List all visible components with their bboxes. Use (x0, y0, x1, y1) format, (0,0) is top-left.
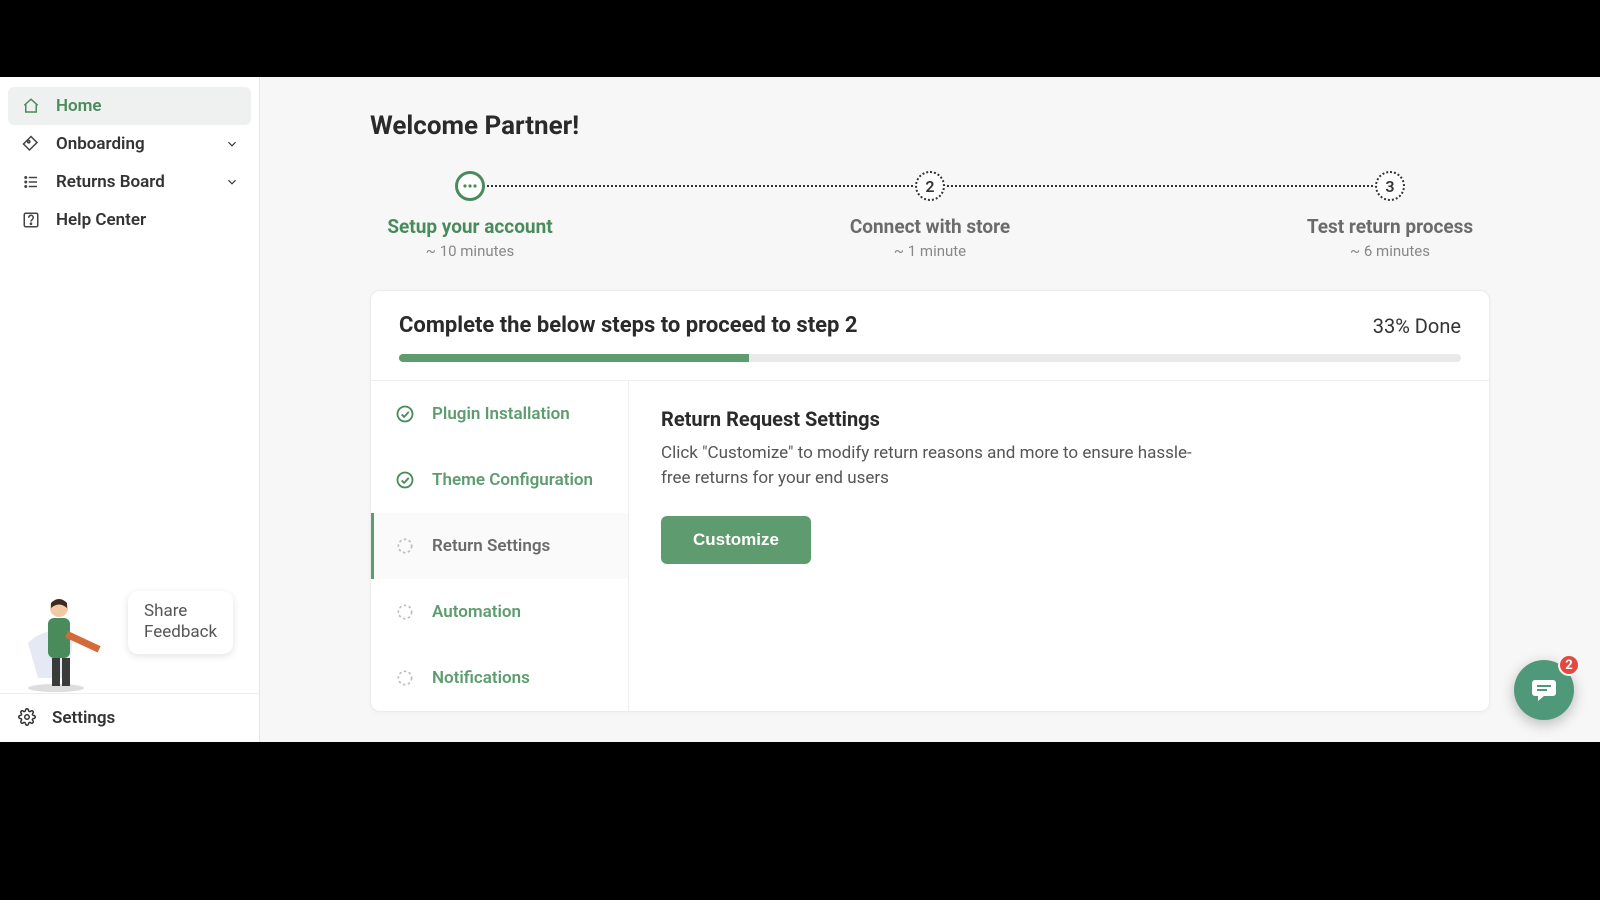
substep-notifications[interactable]: Notifications (371, 645, 628, 711)
step-circle: 3 (1375, 171, 1405, 201)
step-sub: ~ 6 minutes (1350, 242, 1430, 260)
check-circle-icon (394, 469, 416, 491)
chat-button[interactable]: 2 (1514, 660, 1574, 720)
gear-icon (18, 708, 38, 728)
sidebar-item-label: Home (56, 96, 102, 116)
stepper-step-2[interactable]: 2 Connect with store ~ 1 minute (830, 171, 1030, 260)
dotted-circle-icon (394, 667, 416, 689)
dotted-circle-icon (394, 601, 416, 623)
substep-label: Theme Configuration (432, 470, 593, 490)
list-icon (20, 171, 42, 193)
feedback-bubble: Share Feedback (128, 591, 233, 654)
chat-badge: 2 (1558, 654, 1580, 676)
chat-icon (1530, 678, 1558, 702)
substep-return-settings[interactable]: Return Settings (371, 513, 628, 579)
step-circle: 2 (915, 171, 945, 201)
page-title: Welcome Partner! (370, 111, 1490, 141)
step-sub: ~ 10 minutes (426, 242, 514, 260)
onboarding-card: Complete the below steps to proceed to s… (370, 290, 1490, 712)
step-label: Setup your account (387, 215, 552, 238)
step-label: Connect with store (850, 215, 1010, 238)
substep-theme-configuration[interactable]: Theme Configuration (371, 447, 628, 513)
substeps-list: Plugin Installation Theme Configuration … (371, 381, 629, 711)
feedback-illustration (18, 583, 108, 693)
detail-description: Click "Customize" to modify return reaso… (661, 441, 1221, 490)
sidebar-item-onboarding[interactable]: Onboarding (8, 125, 251, 163)
substep-label: Notifications (432, 668, 530, 688)
share-feedback-widget[interactable]: Share Feedback (0, 573, 259, 693)
help-icon (20, 209, 42, 231)
step-sub: ~ 1 minute (894, 242, 966, 260)
dotted-circle-icon (394, 535, 416, 557)
substep-detail: Return Request Settings Click "Customize… (629, 381, 1489, 711)
onboarding-stepper: Setup your account ~ 10 minutes 2 Connec… (370, 171, 1490, 260)
sidebar-item-help-center[interactable]: Help Center (8, 201, 251, 239)
card-title: Complete the below steps to proceed to s… (399, 313, 858, 338)
feedback-text-2: Feedback (144, 622, 217, 643)
step-label: Test return process (1307, 215, 1473, 238)
nav-list: Home Onboarding Returns Board (0, 77, 259, 249)
progress-bar (399, 354, 1461, 362)
step-circle (455, 171, 485, 201)
sidebar-item-label: Help Center (56, 210, 146, 230)
stepper-step-3[interactable]: 3 Test return process ~ 6 minutes (1290, 171, 1490, 260)
sidebar-item-label: Returns Board (56, 172, 165, 192)
sidebar-item-home[interactable]: Home (8, 87, 251, 125)
substep-automation[interactable]: Automation (371, 579, 628, 645)
sidebar-item-settings[interactable]: Settings (0, 693, 259, 742)
settings-label: Settings (52, 708, 115, 728)
substep-plugin-installation[interactable]: Plugin Installation (371, 381, 628, 447)
stepper-step-1[interactable]: Setup your account ~ 10 minutes (370, 171, 570, 260)
substep-label: Return Settings (432, 536, 550, 556)
sidebar-item-label: Onboarding (56, 134, 145, 154)
feedback-text-1: Share (144, 601, 217, 622)
progress-fill (399, 354, 749, 362)
substep-label: Automation (432, 602, 521, 622)
tag-icon (20, 133, 42, 155)
progress-label: 33% Done (1373, 314, 1461, 338)
chevron-down-icon (225, 175, 239, 189)
home-icon (20, 95, 42, 117)
chevron-down-icon (225, 137, 239, 151)
check-circle-icon (394, 403, 416, 425)
substep-label: Plugin Installation (432, 404, 570, 424)
detail-title: Return Request Settings (661, 407, 1457, 431)
customize-button[interactable]: Customize (661, 516, 811, 564)
sidebar-item-returns-board[interactable]: Returns Board (8, 163, 251, 201)
sidebar: Home Onboarding Returns Board (0, 77, 260, 742)
main-content: Welcome Partner! Setup your account ~ 10… (260, 77, 1600, 742)
